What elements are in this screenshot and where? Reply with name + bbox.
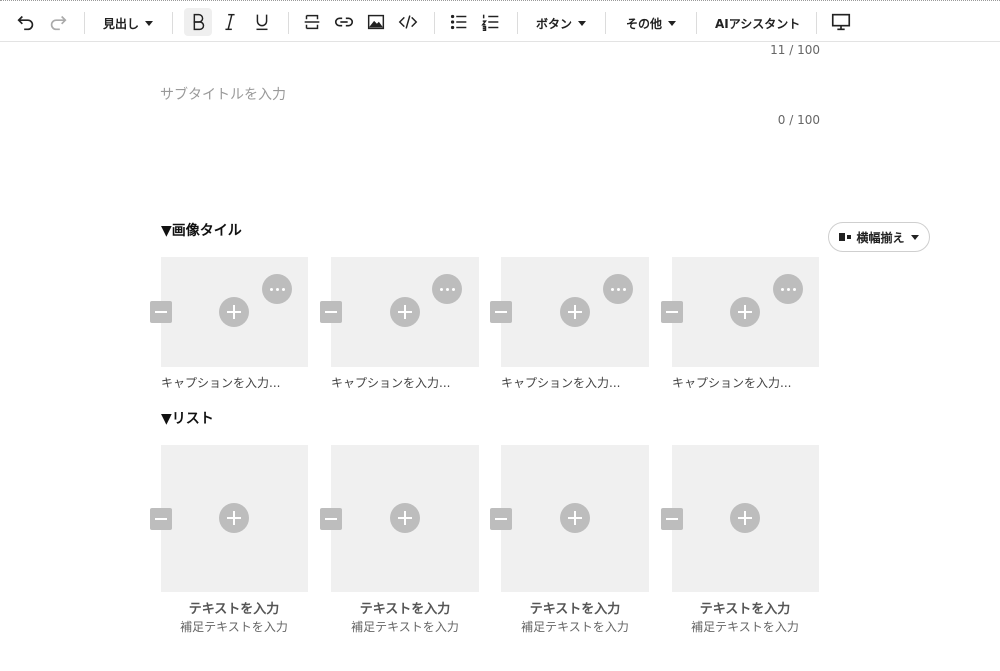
- list-item-title[interactable]: テキストを入力: [331, 598, 479, 617]
- preview-monitor-icon[interactable]: [827, 8, 855, 36]
- underline-icon[interactable]: [248, 8, 276, 36]
- tile-caption[interactable]: キャプションを入力...: [331, 374, 450, 391]
- tile-caption[interactable]: キャプションを入力...: [501, 374, 620, 391]
- bullet-list-icon[interactable]: [445, 8, 473, 36]
- align-width-dropdown[interactable]: 横幅揃え: [828, 222, 930, 252]
- toolbar-divider: [84, 12, 85, 34]
- editor-toolbar: 見出し ボタン その他 AIアシスタント: [0, 2, 1000, 42]
- button-dropdown[interactable]: ボタン: [536, 12, 587, 34]
- image-icon[interactable]: [362, 8, 390, 36]
- minus-icon[interactable]: [490, 301, 512, 323]
- link-icon[interactable]: [330, 8, 358, 36]
- chevron-down-icon: [910, 234, 919, 240]
- minus-icon[interactable]: [150, 508, 172, 530]
- tile-caption[interactable]: キャプションを入力...: [161, 374, 280, 391]
- heading-dropdown[interactable]: 見出し: [103, 12, 154, 34]
- toolbar-divider: [517, 12, 518, 34]
- more-icon[interactable]: [773, 274, 803, 304]
- bold-icon[interactable]: [184, 8, 212, 36]
- other-dropdown-label: その他: [626, 16, 663, 31]
- subtitle-char-counter: 0 / 100: [777, 113, 820, 127]
- toolbar-divider: [605, 12, 606, 34]
- plus-icon[interactable]: [390, 297, 420, 327]
- undo-icon[interactable]: [12, 8, 40, 36]
- plus-icon[interactable]: [730, 503, 760, 533]
- code-icon[interactable]: [394, 8, 422, 36]
- plus-icon[interactable]: [730, 297, 760, 327]
- align-width-icon: [839, 233, 852, 241]
- list-item-title[interactable]: テキストを入力: [501, 598, 649, 617]
- toolbar-divider: [434, 12, 435, 34]
- toolbar-divider: [172, 12, 173, 34]
- chevron-down-icon: [145, 20, 154, 26]
- button-dropdown-label: ボタン: [536, 16, 573, 31]
- toolbar-divider: [696, 12, 697, 34]
- more-icon[interactable]: [432, 274, 462, 304]
- list-heading: ▼リスト: [161, 411, 214, 427]
- minus-icon[interactable]: [661, 301, 683, 323]
- heading-dropdown-label: 見出し: [103, 16, 140, 31]
- minus-icon[interactable]: [661, 508, 683, 530]
- plus-icon[interactable]: [560, 297, 590, 327]
- minus-icon[interactable]: [490, 508, 512, 530]
- image-tiles-heading: ▼画像タイル: [161, 223, 242, 239]
- minus-icon[interactable]: [320, 301, 342, 323]
- title-char-counter: 11 / 100: [770, 43, 820, 57]
- other-dropdown[interactable]: その他: [626, 12, 677, 34]
- subtitle-input[interactable]: [160, 84, 560, 106]
- plus-icon[interactable]: [219, 297, 249, 327]
- strikethrough-icon[interactable]: [298, 8, 326, 36]
- list-item-title[interactable]: テキストを入力: [160, 598, 308, 617]
- more-icon[interactable]: [603, 274, 633, 304]
- list-item-title[interactable]: テキストを入力: [671, 598, 819, 617]
- more-icon[interactable]: [262, 274, 292, 304]
- list-item-subtext[interactable]: 補足テキストを入力: [501, 618, 649, 635]
- italic-icon[interactable]: [216, 8, 244, 36]
- ai-assistant-button[interactable]: AIアシスタント: [715, 12, 800, 34]
- redo-icon[interactable]: [44, 8, 72, 36]
- chevron-down-icon: [668, 20, 677, 26]
- list-item-subtext[interactable]: 補足テキストを入力: [160, 618, 308, 635]
- list-item-subtext[interactable]: 補足テキストを入力: [671, 618, 819, 635]
- align-width-label: 横幅揃え: [856, 230, 905, 245]
- tile-caption[interactable]: キャプションを入力...: [672, 374, 791, 391]
- toolbar-divider: [288, 12, 289, 34]
- toolbar-divider: [816, 12, 817, 34]
- ai-assistant-label: AIアシスタント: [715, 16, 801, 31]
- numbered-list-icon[interactable]: [477, 8, 505, 36]
- plus-icon[interactable]: [560, 503, 590, 533]
- minus-icon[interactable]: [320, 508, 342, 530]
- plus-icon[interactable]: [390, 503, 420, 533]
- minus-icon[interactable]: [150, 301, 172, 323]
- plus-icon[interactable]: [219, 503, 249, 533]
- chevron-down-icon: [578, 20, 587, 26]
- list-item-subtext[interactable]: 補足テキストを入力: [331, 618, 479, 635]
